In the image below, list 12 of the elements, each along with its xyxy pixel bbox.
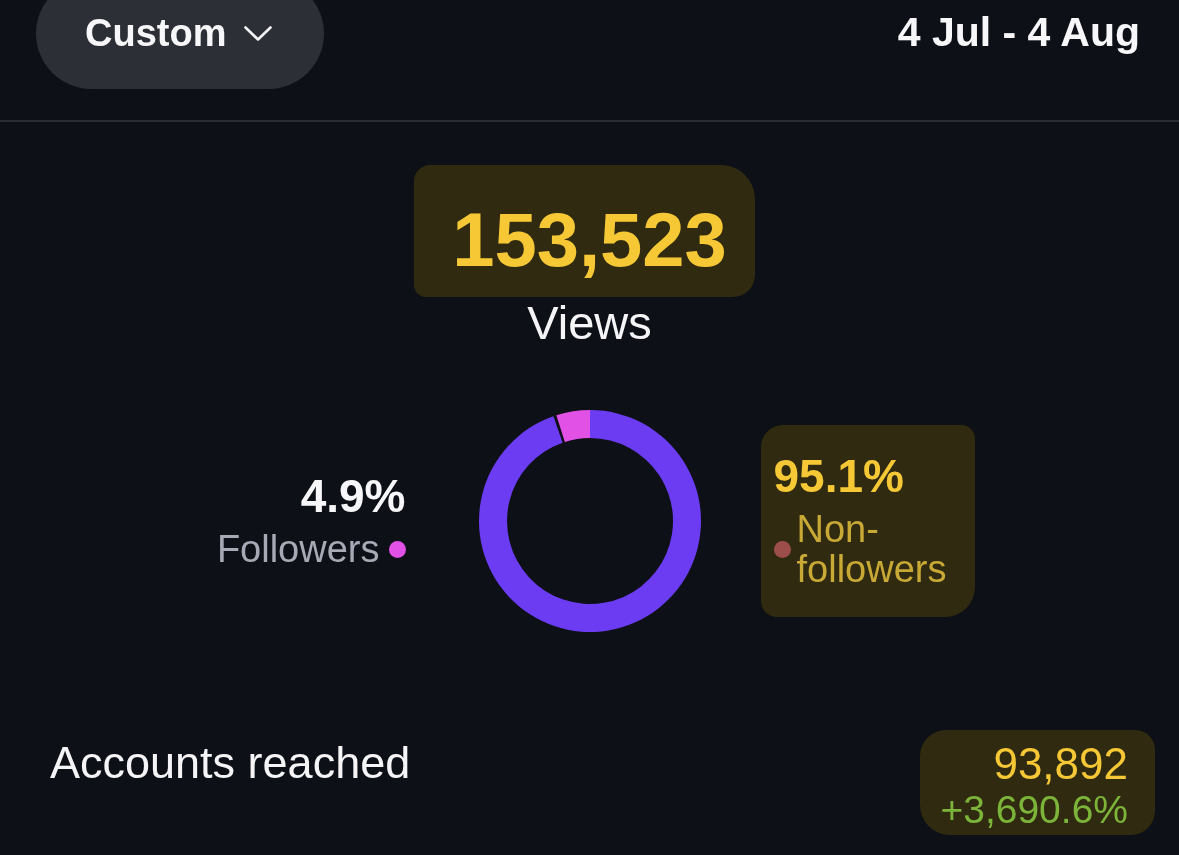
chevron-down-icon [244,26,273,41]
range-dropdown-button[interactable]: Custom [36,0,325,89]
legend-label: Non-followers [796,509,948,589]
share-percentage: 95.1% [773,453,904,499]
accounts-reached-count: 93,892 [993,742,1128,786]
share-percentage: 4.9% [300,473,406,519]
views-count: 153,523 [452,202,727,278]
views-label: Views [527,299,652,346]
legend-label: Followers [216,529,380,569]
accounts-reached-label: Accounts reached [50,740,411,785]
date-range: 4 Jul - 4 Aug [897,8,1140,56]
change-percentage: +3,690.6% [940,790,1128,829]
